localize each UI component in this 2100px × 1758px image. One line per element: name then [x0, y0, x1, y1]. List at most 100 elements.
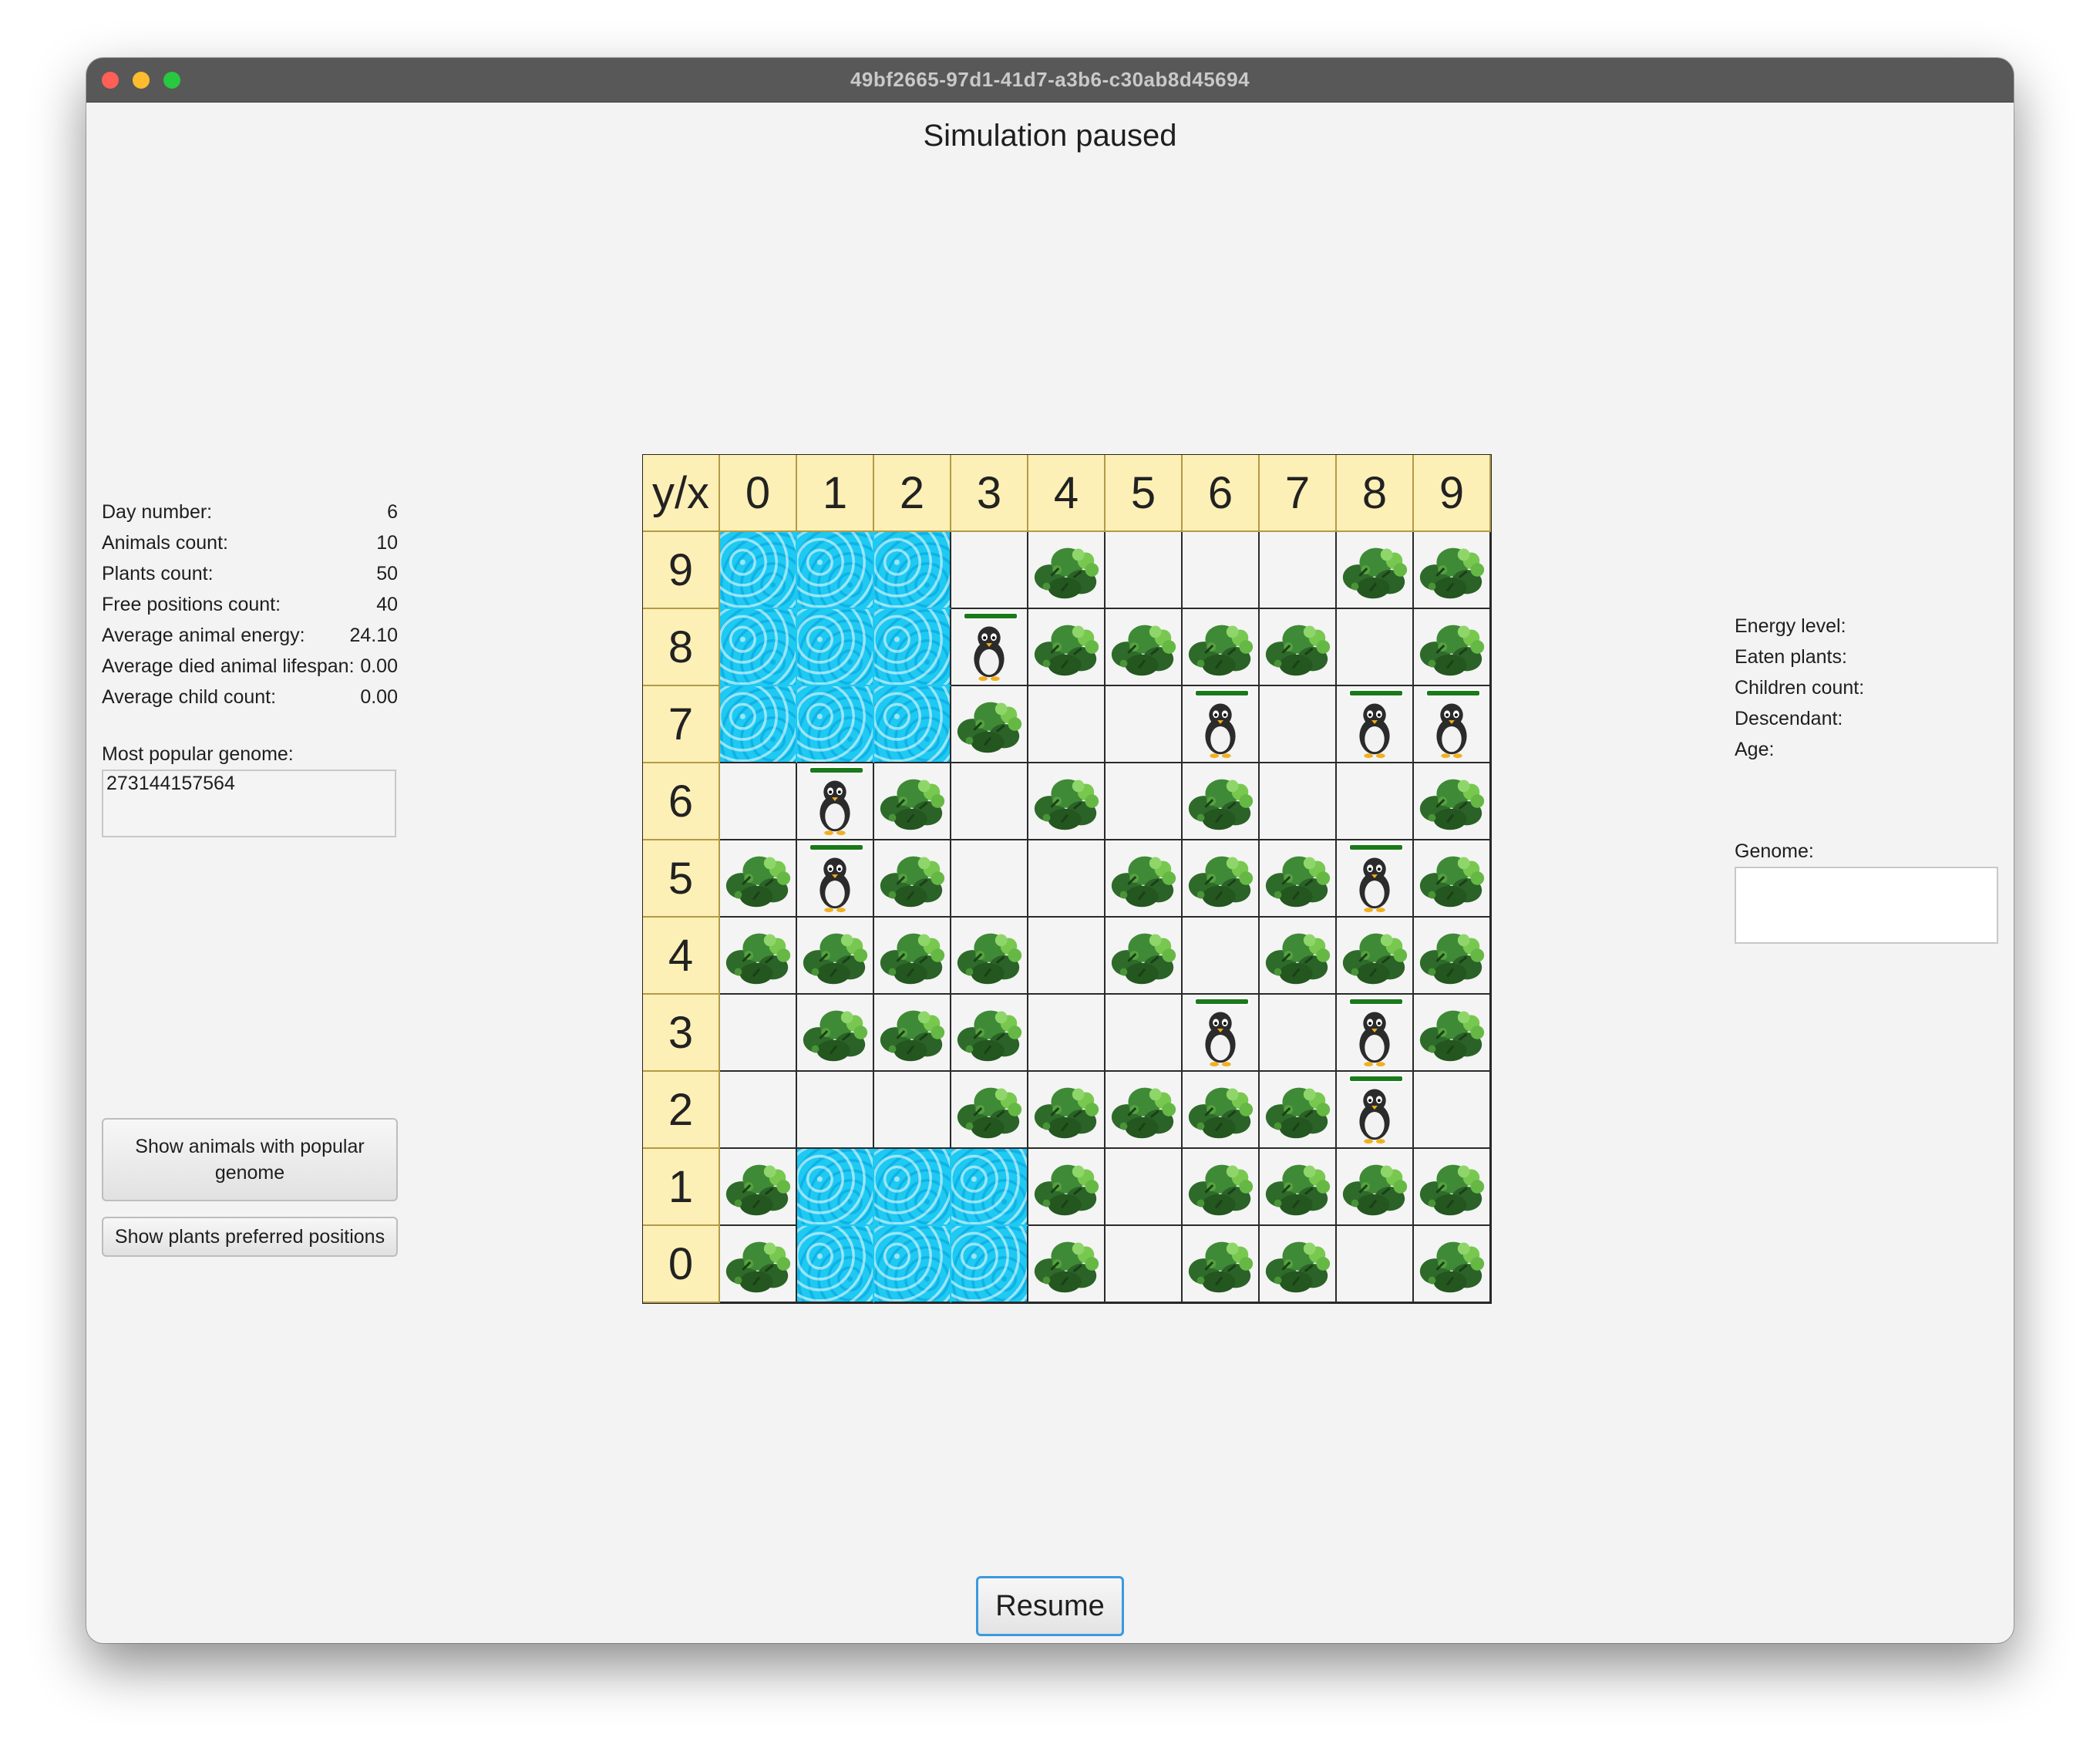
popular-genome-field[interactable]: 273144157564	[102, 770, 396, 837]
penguin-icon[interactable]	[1414, 686, 1489, 762]
map-cell[interactable]	[1028, 1149, 1106, 1226]
map-cell[interactable]	[1260, 918, 1337, 995]
map-cell[interactable]	[1414, 1149, 1491, 1226]
map-cell[interactable]	[874, 840, 951, 918]
map-cell[interactable]	[1028, 686, 1106, 763]
map-cell[interactable]	[1414, 686, 1491, 763]
map-cell[interactable]	[1106, 1072, 1183, 1149]
map-cell[interactable]	[1028, 995, 1106, 1072]
map-cell[interactable]	[951, 686, 1028, 763]
map-cell[interactable]	[797, 1072, 874, 1149]
map-cell[interactable]	[1028, 840, 1106, 918]
map-cell[interactable]	[1106, 918, 1183, 995]
map-cell[interactable]	[1414, 609, 1491, 686]
map-cell[interactable]	[1183, 763, 1260, 840]
map-cell[interactable]	[951, 840, 1028, 918]
map-cell[interactable]	[720, 918, 797, 995]
map-cell[interactable]	[797, 840, 874, 918]
map-cell[interactable]	[1414, 532, 1491, 609]
map-cell[interactable]	[1028, 609, 1106, 686]
map-cell[interactable]	[951, 1072, 1028, 1149]
map-cell[interactable]	[1028, 1226, 1106, 1303]
map-cell[interactable]	[1183, 609, 1260, 686]
map-cell[interactable]	[1183, 1072, 1260, 1149]
map-cell[interactable]	[720, 763, 797, 840]
map-cell[interactable]	[951, 918, 1028, 995]
map-cell[interactable]	[797, 763, 874, 840]
map-cell[interactable]	[1183, 918, 1260, 995]
animal-genome-field[interactable]	[1735, 867, 1998, 944]
map-cell[interactable]	[1183, 840, 1260, 918]
penguin-icon[interactable]	[1183, 686, 1258, 762]
map-cell[interactable]	[1337, 840, 1414, 918]
map-cell[interactable]	[1183, 995, 1260, 1072]
map-cell[interactable]	[951, 532, 1028, 609]
map-cell[interactable]	[874, 995, 951, 1072]
map-cell[interactable]	[1106, 609, 1183, 686]
map-cell[interactable]	[1260, 1072, 1337, 1149]
show-popular-genome-animals-button[interactable]: Show animals with popular genome	[102, 1118, 398, 1201]
map-cell[interactable]	[1183, 532, 1260, 609]
map-cell[interactable]	[1028, 763, 1106, 840]
map-cell[interactable]	[1106, 1149, 1183, 1226]
map-cell[interactable]	[1337, 1072, 1414, 1149]
map-cell[interactable]	[1260, 1149, 1337, 1226]
map-cell[interactable]	[1106, 995, 1183, 1072]
map-cell[interactable]	[797, 918, 874, 995]
map-cell[interactable]	[1414, 840, 1491, 918]
map-cell[interactable]	[1337, 995, 1414, 1072]
map-cell[interactable]	[1414, 1226, 1491, 1303]
map-cell[interactable]	[1337, 532, 1414, 609]
map-cell[interactable]	[874, 1072, 951, 1149]
map-cell[interactable]	[951, 995, 1028, 1072]
penguin-icon[interactable]	[1337, 1072, 1412, 1147]
map-cell[interactable]	[1337, 918, 1414, 995]
map-cell[interactable]	[797, 995, 874, 1072]
map-cell[interactable]	[1028, 532, 1106, 609]
penguin-icon[interactable]	[951, 609, 1027, 685]
map-cell[interactable]	[720, 1226, 797, 1303]
map-cell[interactable]	[1106, 763, 1183, 840]
map-cell[interactable]	[1337, 763, 1414, 840]
map-cell[interactable]	[720, 1149, 797, 1226]
map-cell[interactable]	[1183, 1226, 1260, 1303]
map-cell[interactable]	[1414, 918, 1491, 995]
map-cell[interactable]	[1337, 609, 1414, 686]
penguin-icon[interactable]	[1337, 840, 1412, 916]
map-cell[interactable]	[1106, 686, 1183, 763]
map-cell[interactable]	[720, 840, 797, 918]
map-cell[interactable]	[1414, 763, 1491, 840]
map-cell[interactable]	[1106, 840, 1183, 918]
map-cell[interactable]	[720, 1072, 797, 1149]
map-cell[interactable]	[1414, 1072, 1491, 1149]
map-cell[interactable]	[874, 918, 951, 995]
map-cell[interactable]	[951, 763, 1028, 840]
map-cell[interactable]	[1260, 609, 1337, 686]
map-cell[interactable]	[1260, 995, 1337, 1072]
map-cell[interactable]	[1337, 1149, 1414, 1226]
map-cell[interactable]	[1260, 840, 1337, 918]
penguin-icon[interactable]	[797, 840, 873, 916]
map-cell[interactable]	[874, 763, 951, 840]
map-cell[interactable]	[1028, 918, 1106, 995]
map-cell[interactable]	[1183, 686, 1260, 763]
map-cell[interactable]	[1337, 1226, 1414, 1303]
penguin-icon[interactable]	[1183, 995, 1258, 1070]
penguin-icon[interactable]	[1337, 686, 1412, 762]
resume-button[interactable]: Resume	[976, 1576, 1124, 1636]
map-cell[interactable]	[1183, 1149, 1260, 1226]
map-cell[interactable]	[1260, 1226, 1337, 1303]
map-cell[interactable]	[1414, 995, 1491, 1072]
map-cell[interactable]	[1028, 1072, 1106, 1149]
map-cell[interactable]	[1337, 686, 1414, 763]
map-cell[interactable]	[1260, 532, 1337, 609]
map-cell[interactable]	[1260, 763, 1337, 840]
map-cell[interactable]	[951, 609, 1028, 686]
map-cell[interactable]	[1106, 532, 1183, 609]
map-cell[interactable]	[1106, 1226, 1183, 1303]
show-plants-preferred-positions-button[interactable]: Show plants preferred positions	[102, 1217, 398, 1257]
penguin-icon[interactable]	[1337, 995, 1412, 1070]
map-cell[interactable]	[1260, 686, 1337, 763]
penguin-icon[interactable]	[797, 763, 873, 839]
map-cell[interactable]	[720, 995, 797, 1072]
